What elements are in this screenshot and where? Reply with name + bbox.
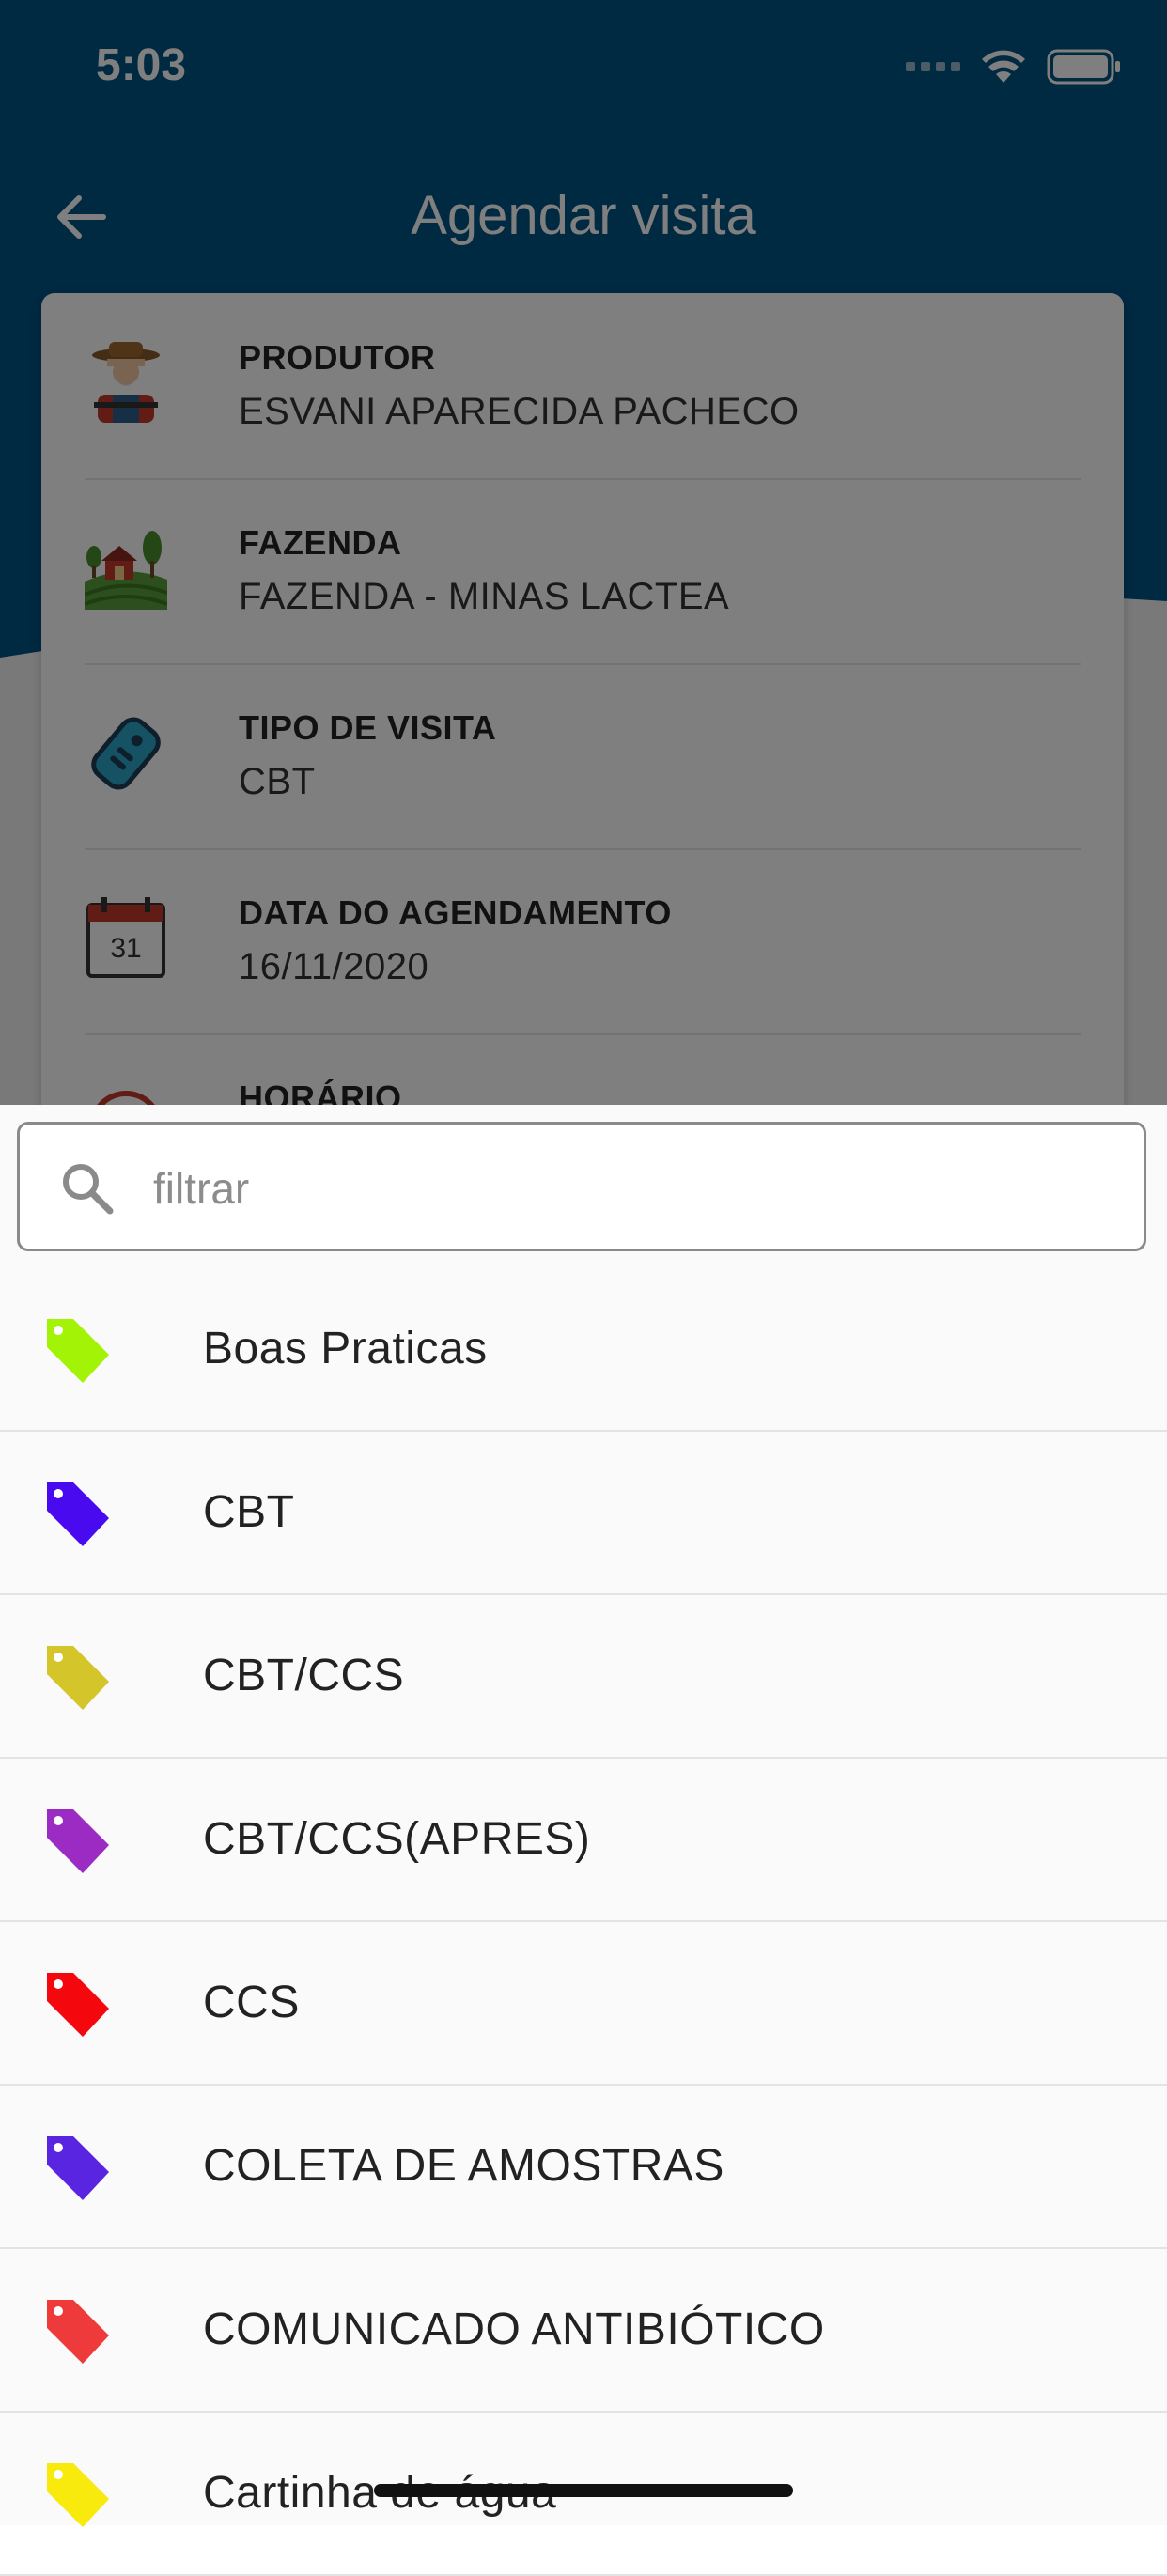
search-icon: [63, 1164, 114, 1215]
list-item-label: COLETA DE AMOSTRAS: [203, 2141, 724, 2191]
list-item[interactable]: CBT: [0, 1432, 1167, 1595]
list-item[interactable]: COLETA DE AMOSTRAS: [0, 2086, 1167, 2249]
list-item[interactable]: CBT/CCS(APRES): [0, 1759, 1167, 1922]
list-item-label: CCS: [203, 1978, 300, 2027]
tag-icon: [47, 2136, 109, 2200]
tag-icon: [47, 2463, 109, 2527]
list-item[interactable]: CCS: [0, 1922, 1167, 2086]
tag-icon: [47, 1482, 109, 1546]
list-item-label: Boas Praticas: [203, 1324, 488, 1373]
modal-backdrop[interactable]: [0, 0, 1167, 1105]
list-item-label: CBT/CCS(APRES): [203, 1814, 591, 1864]
tag-icon: [47, 1319, 109, 1383]
list-item[interactable]: Boas Praticas: [0, 1268, 1167, 1432]
list-item-label: CBT/CCS: [203, 1651, 405, 1700]
search-input[interactable]: [151, 1145, 1095, 1232]
list-item[interactable]: COMUNICADO ANTIBIÓTICO: [0, 2249, 1167, 2413]
tag-icon: [47, 1646, 109, 1710]
tag-icon: [47, 1809, 109, 1873]
search-box[interactable]: [17, 1122, 1146, 1251]
visit-type-picker-sheet: Boas Praticas CBT CBT/CCS CBT/CCS(APRES)…: [0, 1105, 1167, 2576]
visit-type-list: Boas Praticas CBT CBT/CCS CBT/CCS(APRES)…: [0, 1268, 1167, 2576]
tag-icon: [47, 2300, 109, 2364]
list-item[interactable]: CBT/CCS: [0, 1595, 1167, 1759]
tag-icon: [47, 1973, 109, 2037]
home-indicator: [374, 2484, 793, 2497]
list-item-label: COMUNICADO ANTIBIÓTICO: [203, 2304, 825, 2354]
list-item-label: CBT: [203, 1487, 295, 1537]
